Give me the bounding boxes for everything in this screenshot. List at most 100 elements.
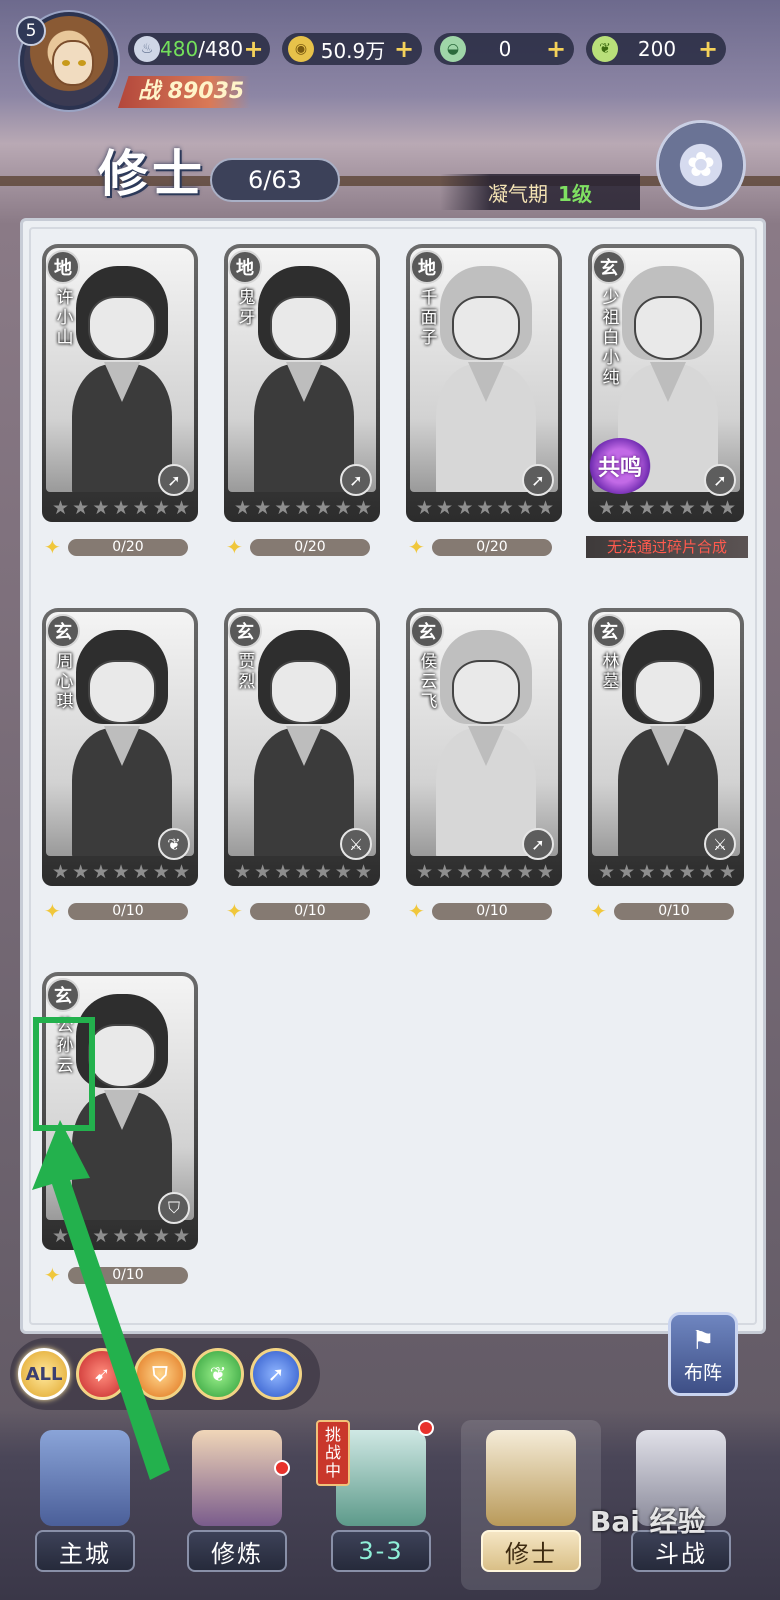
fragment-icon: ✦ <box>44 535 61 559</box>
character-portrait <box>410 612 558 856</box>
star-icon: ★ <box>598 497 616 519</box>
fragment-count: 0/20 <box>68 539 188 556</box>
add-coin-button[interactable]: + <box>392 35 416 63</box>
stamina-resource[interactable]: ♨ 480/480 + <box>128 33 270 65</box>
cultivator-name: 许小山 <box>56 288 74 348</box>
grade-badge: 地 <box>46 250 80 284</box>
character-portrait <box>592 612 740 856</box>
sword-type-icon: ⚔ <box>704 828 736 860</box>
fragment-icon: ✦ <box>408 535 425 559</box>
star-icon: ★ <box>354 861 372 883</box>
cultivator-card[interactable]: 玄侯云飞 ➚ ★ ★ ★ ★ ★ ★ ★ ✦ 0/10 <box>406 608 562 922</box>
star-icon: ★ <box>152 861 170 883</box>
star-icon: ★ <box>294 861 312 883</box>
star-icon: ★ <box>516 861 534 883</box>
star-icon: ★ <box>718 497 736 519</box>
notification-dot <box>274 1460 290 1476</box>
grade-badge: 玄 <box>592 250 626 284</box>
star-rating: ★★★★★★★ <box>598 862 736 882</box>
cultivator-card[interactable]: 玄少祖白小纯 ➚ ★ ★ ★ ★ ★ ★ ★ 共鸣 无法通过碎片合成 <box>586 244 748 558</box>
character-portrait <box>228 612 376 856</box>
star-icon: ★ <box>274 861 292 883</box>
grade-badge: 玄 <box>46 614 80 648</box>
power-value: 89035 <box>167 79 245 104</box>
grade-badge: 玄 <box>410 614 444 648</box>
avatar-eye <box>62 60 70 66</box>
nav-cultivators[interactable]: 修士 <box>456 1410 606 1600</box>
pointer-arrow-icon <box>32 1120 170 1480</box>
card-frame: 玄贾烈 ⚔ ★ ★ ★ ★ ★ ★ ★ <box>224 608 380 886</box>
star-icon: ★ <box>658 861 676 883</box>
formation-button[interactable]: ⚑ 布阵 <box>668 1312 738 1396</box>
top-bar: 5 战 89035 ♨ 480/480 + ◉ 50.9万 + ◒ 0 + ❦ … <box>0 0 780 120</box>
fragment-progress: ✦ 0/20 <box>226 536 378 558</box>
star-icon: ★ <box>496 497 514 519</box>
card-frame: 地许小山 ➚ ★ ★ ★ ★ ★ ★ ★ <box>42 244 198 522</box>
star-icon: ★ <box>436 497 454 519</box>
fragment-count: 0/20 <box>432 539 552 556</box>
star-icon: ★ <box>598 861 616 883</box>
player-level-badge: 5 <box>16 16 46 46</box>
realm-level: 1级 <box>558 181 592 206</box>
add-leaf-button[interactable]: + <box>696 35 720 63</box>
stamina-value: 480/480 <box>160 37 244 61</box>
leaf-value: 200 <box>637 37 677 61</box>
card-frame: 玄林墓 ⚔ ★ ★ ★ ★ ★ ★ ★ <box>588 608 744 886</box>
cultivator-name: 周心琪 <box>56 652 74 712</box>
cultivator-card[interactable]: 地许小山 ➚ ★ ★ ★ ★ ★ ★ ★ ✦ 0/20 <box>42 244 198 558</box>
jade-value: 0 <box>498 37 512 61</box>
cultivator-name: 少祖白小纯 <box>602 288 620 388</box>
avatar-face <box>52 40 94 86</box>
lotus-shrine-button[interactable]: ✿ <box>656 120 746 210</box>
cultivator-name: 千面子 <box>420 288 438 348</box>
grade-badge: 玄 <box>592 614 626 648</box>
jade-icon: ◒ <box>440 36 466 62</box>
cultivator-portrait-icon <box>192 1430 282 1526</box>
portrait-head <box>452 660 520 724</box>
fragment-progress: ✦ 0/10 <box>44 900 196 922</box>
star-icon: ★ <box>476 861 494 883</box>
power-label: 战 <box>138 79 161 104</box>
fragment-icon: ✦ <box>408 899 425 923</box>
cultivator-card[interactable]: 地千面子 ➚ ★ ★ ★ ★ ★ ★ ★ ✦ 0/20 <box>406 244 562 558</box>
star-icon: ★ <box>112 861 130 883</box>
fragment-count: 0/10 <box>432 903 552 920</box>
star-icon: ★ <box>618 861 636 883</box>
card-frame: 地鬼牙 ➚ ★ ★ ★ ★ ★ ★ ★ <box>224 244 380 522</box>
nav-cultivate-label: 修炼 <box>187 1530 287 1572</box>
cultivator-name: 林墓 <box>602 652 620 692</box>
add-stamina-button[interactable]: + <box>243 35 264 63</box>
star-icon: ★ <box>254 861 272 883</box>
coin-resource[interactable]: ◉ 50.9万 + <box>282 33 422 65</box>
cultivator-card[interactable]: 玄周心琪 ❦ ★ ★ ★ ★ ★ ★ ★ ✦ 0/10 <box>42 608 198 922</box>
cultivator-card[interactable]: 玄贾烈 ⚔ ★ ★ ★ ★ ★ ★ ★ ✦ 0/10 <box>224 608 380 922</box>
page-title: 修士 <box>98 144 206 203</box>
leaf-resource[interactable]: ❦ 200 + <box>586 33 726 65</box>
arrow-type-icon: ➚ <box>522 464 554 496</box>
cultivator-card[interactable]: 玄林墓 ⚔ ★ ★ ★ ★ ★ ★ ★ ✦ 0/10 <box>588 608 744 922</box>
star-icon: ★ <box>92 861 110 883</box>
leaf-type-icon: ❦ <box>158 828 190 860</box>
notification-dot <box>418 1420 434 1436</box>
leaf-icon: ❦ <box>592 36 618 62</box>
star-icon: ★ <box>72 497 90 519</box>
star-icon: ★ <box>678 861 696 883</box>
fragment-progress: ✦ 0/20 <box>44 536 196 558</box>
star-icon: ★ <box>234 497 252 519</box>
fragment-progress: ✦ 0/10 <box>226 900 378 922</box>
cultivator-card[interactable]: 地鬼牙 ➚ ★ ★ ★ ★ ★ ★ ★ ✦ 0/20 <box>224 244 380 558</box>
add-jade-button[interactable]: + <box>544 35 568 63</box>
star-rating: ★★★★★★★ <box>234 862 372 882</box>
cannot-synthesize-notice: 无法通过碎片合成 <box>586 536 748 558</box>
avatar-eye <box>78 60 86 66</box>
fragment-count: 0/20 <box>250 539 370 556</box>
nav-main-city-label: 主城 <box>35 1530 135 1572</box>
cultivator-name: 侯云飞 <box>420 652 438 712</box>
star-icon: ★ <box>52 861 70 883</box>
filter-arrow-button[interactable]: ➚ <box>250 1348 302 1400</box>
nav-stage[interactable]: 挑战中 3-3 <box>306 1410 456 1600</box>
star-rating: ★★★★★★★ <box>416 862 554 882</box>
jade-resource[interactable]: ◒ 0 + <box>434 33 574 65</box>
character-portrait <box>228 248 376 492</box>
fragment-icon: ✦ <box>226 899 243 923</box>
